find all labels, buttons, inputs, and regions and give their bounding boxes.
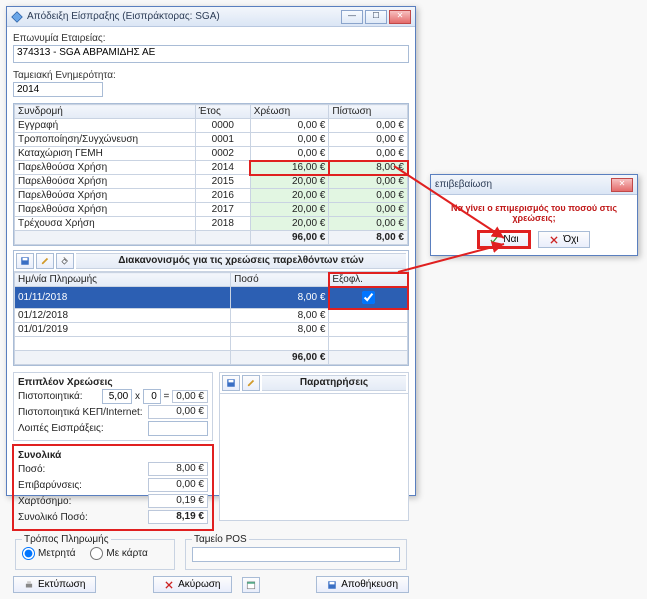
totals-row: 96,00 €8,00 € xyxy=(15,231,408,245)
amount-value: 8,00 € xyxy=(148,462,208,476)
app-icon xyxy=(11,11,23,23)
check-icon xyxy=(489,235,499,245)
table-row[interactable]: Παρελθούσα Χρήση201416,00 €8,00 € xyxy=(15,161,408,175)
payment-title: Τρόπος Πληρωμής xyxy=(22,534,111,545)
pos-title: Ταμείο POS xyxy=(192,534,249,545)
table-row[interactable]: Παρελθούσα Χρήση201720,00 €0,00 € xyxy=(15,203,408,217)
kep-label: Πιστοποιητικά ΚΕΠ/Internet: xyxy=(18,407,143,418)
x-icon xyxy=(549,235,559,245)
cert-total: 0,00 € xyxy=(172,390,208,403)
paid-checkbox[interactable] xyxy=(362,291,375,304)
col-subscription[interactable]: Συνδρομή xyxy=(15,105,196,119)
calendar-button[interactable] xyxy=(242,577,260,593)
col-paid[interactable]: Εξοφλ. xyxy=(329,273,408,287)
table-row[interactable]: Παρελθούσα Χρήση201620,00 €0,00 € xyxy=(15,189,408,203)
pos-input[interactable] xyxy=(192,547,400,562)
col-credit[interactable]: Πίστωση xyxy=(329,105,408,119)
amount-label: Ποσό: xyxy=(18,464,45,475)
save-button[interactable]: Αποθήκευση xyxy=(316,576,409,593)
col-amount[interactable]: Ποσό xyxy=(231,273,329,287)
maximize-button[interactable]: ☐ xyxy=(365,10,387,24)
extra-charges-panel: Επιπλέον Χρεώσεις Πιστοποιητικά: x = 0,0… xyxy=(13,372,213,441)
dialog-close-button[interactable]: ✕ xyxy=(611,178,633,192)
save-icon xyxy=(327,580,337,590)
totals-title: Συνολικά xyxy=(18,450,208,461)
stamp-value: 0,19 € xyxy=(148,494,208,508)
installments-title: Διακανονισμός για τις χρεώσεις παρελθόντ… xyxy=(76,253,406,269)
col-year[interactable]: Έτος xyxy=(195,105,250,119)
other-input[interactable] xyxy=(148,421,208,436)
col-date[interactable]: Ημ/νία Πληρωμής xyxy=(15,273,231,287)
totals-row: 96,00 € xyxy=(15,351,408,365)
dialog-no-button[interactable]: Όχι xyxy=(538,231,589,248)
extra-title: Επιπλέον Χρεώσεις xyxy=(18,377,208,388)
grand-value: 8,19 € xyxy=(148,510,208,524)
close-button[interactable]: ✕ xyxy=(389,10,411,24)
company-label: Επωνυμία Εταιρείας: xyxy=(13,33,409,44)
stamp-label: Χαρτόσημο: xyxy=(18,496,71,507)
table-row[interactable]: Τρέχουσα Χρήση201820,00 €0,00 € xyxy=(15,217,408,231)
notes-save-button[interactable] xyxy=(222,375,240,391)
table-row[interactable]: Παρελθούσα Χρήση201520,00 €0,00 € xyxy=(15,175,408,189)
payment-cash-radio[interactable]: Μετρητά xyxy=(22,547,76,560)
dialog-title: επιβεβαίωση xyxy=(435,179,492,190)
edit-icon-button[interactable] xyxy=(36,253,54,269)
table-row[interactable]: 01/01/20198,00 € xyxy=(15,323,408,337)
notes-edit-button[interactable] xyxy=(242,375,260,391)
save-icon-button[interactable] xyxy=(16,253,34,269)
company-input[interactable]: 374313 - SGA ΑΒΡΑΜΙΔΗΣ ΑΕ xyxy=(13,45,409,63)
table-row xyxy=(15,337,408,351)
cert-label: Πιστοποιητικά: xyxy=(18,391,83,402)
print-icon xyxy=(24,580,34,590)
surcharge-label: Επιβαρύνσεις: xyxy=(18,480,82,491)
dialog-message: Να γίνει ο επιμερισμός του ποσού στις χρ… xyxy=(437,201,631,231)
grand-label: Συνολικό Ποσό: xyxy=(18,512,88,523)
subscriptions-grid[interactable]: Συνδρομή Έτος Χρέωση Πίστωση Εγγραφή0000… xyxy=(13,103,409,246)
notes-title: Παρατηρήσεις xyxy=(262,375,406,391)
fiscal-label: Ταμειακή Ενημερότητα: xyxy=(13,70,409,81)
table-row[interactable]: Τροποποίηση/Συγχώνευση00010,00 €0,00 € xyxy=(15,133,408,147)
minimize-button[interactable]: — xyxy=(341,10,363,24)
table-row[interactable]: Καταχώριση ΓΕΜΗ00020,00 €0,00 € xyxy=(15,147,408,161)
cert-price-input[interactable] xyxy=(102,389,132,404)
dialog-yes-button[interactable]: Ναι xyxy=(478,231,529,248)
installments-panel: Διακανονισμός για τις χρεώσεις παρελθόντ… xyxy=(13,250,409,366)
cancel-button[interactable]: Ακύρωση xyxy=(153,576,231,593)
table-row[interactable]: 01/12/20188,00 € xyxy=(15,309,408,323)
surcharge-value: 0,00 € xyxy=(148,478,208,492)
other-label: Λοιπές Εισπράξεις: xyxy=(18,423,104,434)
col-charge[interactable]: Χρέωση xyxy=(250,105,329,119)
table-row[interactable]: Εγγραφή00000,00 €0,00 € xyxy=(15,119,408,133)
kep-total: 0,00 € xyxy=(148,405,208,419)
totals-panel: Συνολικά Ποσό: 8,00 € Επιβαρύνσεις: 0,00 €… xyxy=(13,445,213,530)
window-title: Απόδειξη Είσπραξης (Εισπράκτορας: SGA) xyxy=(27,11,220,22)
cancel-icon xyxy=(164,580,174,590)
attach-icon-button[interactable] xyxy=(56,253,74,269)
print-button[interactable]: Εκτύπωση xyxy=(13,576,96,593)
payment-card-radio[interactable]: Με κάρτα xyxy=(90,547,147,560)
payment-method-panel: Τρόπος Πληρωμής Μετρητά Με κάρτα xyxy=(15,534,175,570)
table-row[interactable]: 01/11/20188,00 € xyxy=(15,287,408,309)
fiscal-year-input[interactable] xyxy=(13,82,103,97)
cert-qty-input[interactable] xyxy=(143,389,161,404)
pos-panel: Ταμείο POS xyxy=(185,534,407,570)
